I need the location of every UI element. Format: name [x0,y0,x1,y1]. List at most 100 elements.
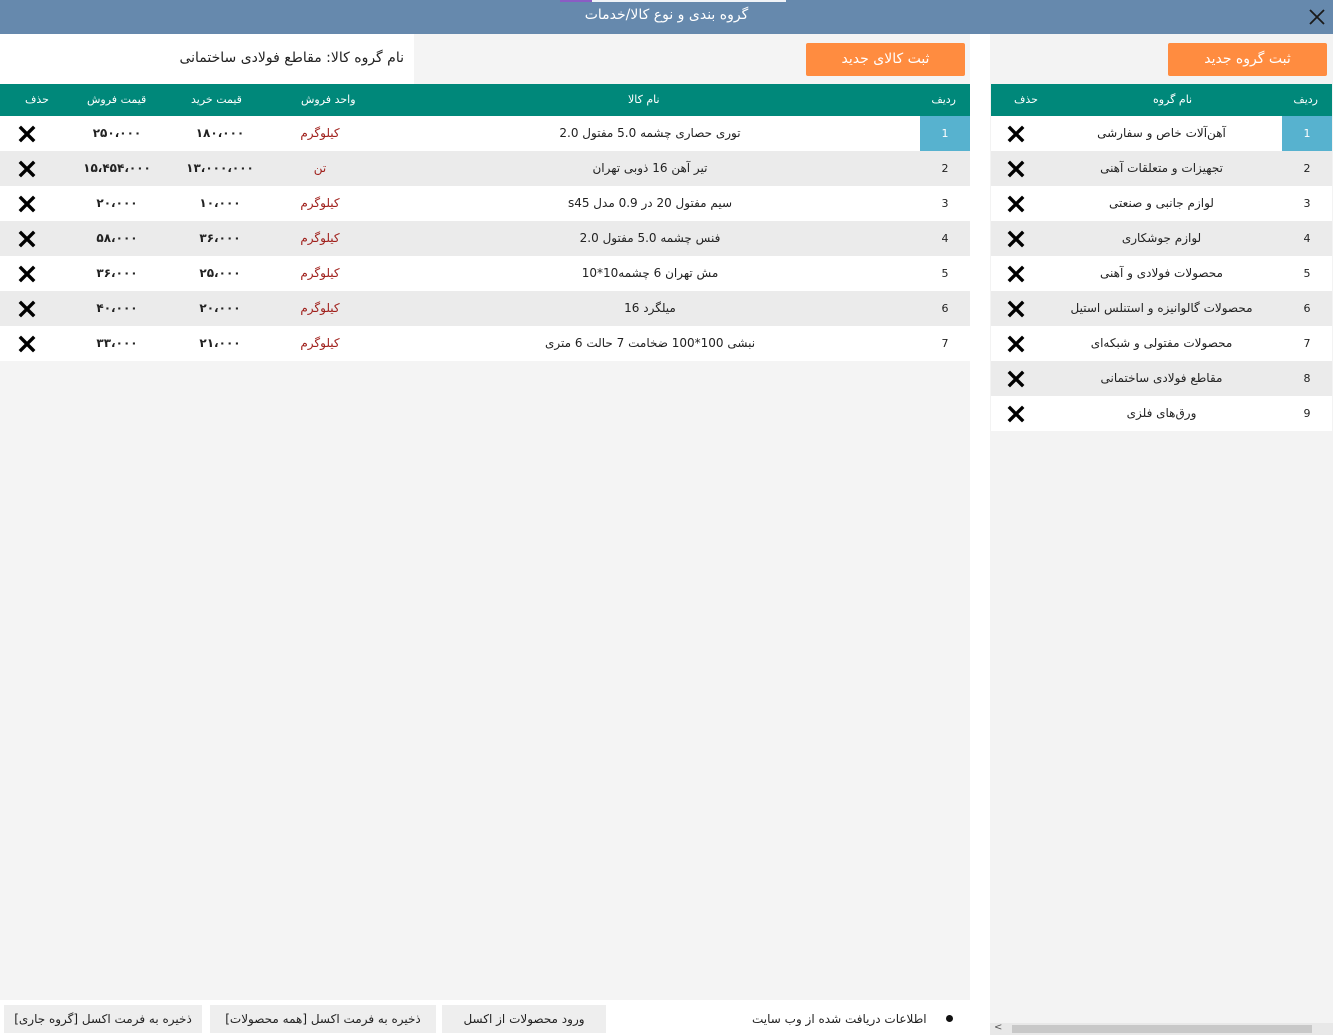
product-name: توری حصاری چشمه 5.0 مفتول 2.0 [559,126,741,140]
row-index: 8 [1303,372,1311,385]
col-index: ردیف [931,93,956,106]
list-item[interactable]: 8 مقاطع فولادی ساختمانی [991,361,1332,396]
scrollbar-thumb[interactable] [1012,1025,1312,1033]
delete-icon[interactable] [1007,405,1025,423]
product-unit: تن [313,161,327,175]
delete-icon[interactable] [1007,230,1025,248]
row-index: 7 [941,337,949,350]
delete-icon[interactable] [1007,125,1025,143]
scroll-left-icon[interactable]: < [994,1022,1002,1033]
table-row[interactable]: 2 تیر آهن 16 ذوبی تهران تن ۱۳،۰۰۰،۰۰۰ ۱۵… [0,151,970,186]
product-name: سیم مفتول 20 در 0.9 مدل s45 [567,196,733,210]
products-panel: نام گروه کالا: مقاطع فولادی ساختمانی ثبت… [0,34,970,1035]
product-sell-price: ۳۶،۰۰۰ [96,266,138,280]
col-buy-price: قیمت خرید [191,93,242,106]
product-sell-price: ۵۸،۰۰۰ [96,231,138,245]
product-name: نبشی 100*100 ضخامت 7 حالت 6 متری [544,336,756,350]
delete-icon[interactable] [1007,160,1025,178]
list-item[interactable]: 5 محصولات فولادی و آهنی [991,256,1332,291]
row-index: 4 [1303,232,1311,245]
delete-icon[interactable] [1007,300,1025,318]
row-index: 5 [1303,267,1311,280]
list-item[interactable]: 1 آهن‌آلات خاص و سفارشی [991,116,1332,151]
delete-icon[interactable] [18,195,36,213]
current-group-title: نام گروه کالا: مقاطع فولادی ساختمانی [179,50,404,66]
group-name: محصولات مفتولی و شبکه‌ای [1090,336,1233,350]
delete-icon[interactable] [18,265,36,283]
web-info-label: اطلاعات دریافت شده از وب سایت [752,1012,927,1026]
delete-icon[interactable] [1007,370,1025,388]
row-index: 1 [1282,116,1332,151]
delete-icon[interactable] [18,125,36,143]
product-buy-price: ۱۰،۰۰۰ [199,196,241,210]
table-row[interactable]: 7 نبشی 100*100 ضخامت 7 حالت 6 متری کیلوگ… [0,326,970,361]
group-name: آهن‌آلات خاص و سفارشی [1097,126,1226,140]
col-product-name: نام کالا [628,93,660,106]
product-sell-price: ۴۰،۰۰۰ [96,301,138,315]
groups-panel: ثبت گروه جدید ردیف نام گروه حذف 1 آهن‌آل… [990,34,1333,1035]
group-name: محصولات فولادی و آهنی [1100,266,1223,280]
product-unit: کیلوگرم [300,196,340,210]
product-sell-price: ۱۵،۴۵۴،۰۰۰ [83,161,151,175]
product-name: میلگرد 16 [624,301,676,315]
product-sell-price: ۲۰،۰۰۰ [96,196,138,210]
list-item[interactable]: 7 محصولات مفتولی و شبکه‌ای [991,326,1332,361]
window-title: گروه بندی و نوع کالا/خدمات [584,7,749,23]
product-unit: کیلوگرم [300,266,340,280]
group-name: مقاطع فولادی ساختمانی [1100,371,1223,385]
delete-icon[interactable] [18,300,36,318]
product-name: تیر آهن 16 ذوبی تهران [592,161,708,175]
delete-icon[interactable] [1007,195,1025,213]
bullet-icon [946,1015,953,1022]
title-bar: گروه بندی و نوع کالا/خدمات [0,0,1333,34]
export-current-group-button[interactable]: ذخیره به فرمت اکسل [گروه جاری] [4,1005,202,1033]
products-table-header: ردیف نام کالا واحد فروش قیمت خرید قیمت ف… [0,84,970,116]
group-name: محصولات گالوانیزه و استنلس استیل [1070,301,1253,315]
groups-table-header: ردیف نام گروه حذف [991,84,1332,116]
export-all-products-button[interactable]: ذخیره به فرمت اکسل [همه محصولات] [210,1005,436,1033]
group-name: لوازم جانبی و صنعتی [1109,196,1214,210]
delete-icon[interactable] [18,335,36,353]
delete-icon[interactable] [18,160,36,178]
product-name: فنس چشمه 5.0 مفتول 2.0 [579,231,721,245]
table-row[interactable]: 4 فنس چشمه 5.0 مفتول 2.0 کیلوگرم ۳۶،۰۰۰ … [0,221,970,256]
delete-icon[interactable] [1007,265,1025,283]
new-group-button[interactable]: ثبت گروه جدید [1168,43,1327,76]
row-index: 2 [1303,162,1311,175]
import-excel-button[interactable]: ورود محصولات از اکسل [442,1005,606,1033]
title-accent-line-white [592,0,786,2]
row-index: 3 [941,197,949,210]
delete-icon[interactable] [1007,335,1025,353]
product-unit: کیلوگرم [300,231,340,245]
col-delete: حذف [25,93,49,106]
col-sell-price: قیمت فروش [87,93,147,106]
table-row[interactable]: 5 مش تهران 6 چشمه10*10 کیلوگرم ۲۵،۰۰۰ ۳۶… [0,256,970,291]
table-row[interactable]: 6 میلگرد 16 کیلوگرم ۲۰،۰۰۰ ۴۰،۰۰۰ [0,291,970,326]
new-product-button[interactable]: ثبت کالای جدید [806,43,965,76]
product-unit: کیلوگرم [300,126,340,140]
list-item[interactable]: 3 لوازم جانبی و صنعتی [991,186,1332,221]
product-buy-price: ۳۶،۰۰۰ [199,231,241,245]
close-icon[interactable] [1305,5,1329,29]
list-item[interactable]: 4 لوازم جوشکاری [991,221,1332,256]
row-index: 2 [941,162,949,175]
row-index: 1 [920,116,970,151]
title-accent-line [560,0,592,2]
col-index: ردیف [1293,93,1318,106]
list-item[interactable]: 6 محصولات گالوانیزه و استنلس استیل [991,291,1332,326]
list-item[interactable]: 2 تجهیزات و متعلقات آهنی [991,151,1332,186]
row-index: 3 [1303,197,1311,210]
row-index: 7 [1303,337,1311,350]
product-buy-price: ۲۰،۰۰۰ [199,301,241,315]
delete-icon[interactable] [18,230,36,248]
table-row[interactable]: 3 سیم مفتول 20 در 0.9 مدل s45 کیلوگرم ۱۰… [0,186,970,221]
groups-table-body: 1 آهن‌آلات خاص و سفارشی 2 تجهیزات و متعل… [991,116,1332,431]
row-index: 6 [941,302,949,315]
product-unit: کیلوگرم [300,301,340,315]
horizontal-scrollbar[interactable]: < [990,1022,1333,1035]
col-unit: واحد فروش [301,93,356,106]
product-buy-price: ۱۳،۰۰۰،۰۰۰ [186,161,254,175]
col-group-name: نام گروه [1153,93,1193,106]
table-row[interactable]: 1 توری حصاری چشمه 5.0 مفتول 2.0 کیلوگرم … [0,116,970,151]
list-item[interactable]: 9 ورق‌های فلزی [991,396,1332,431]
